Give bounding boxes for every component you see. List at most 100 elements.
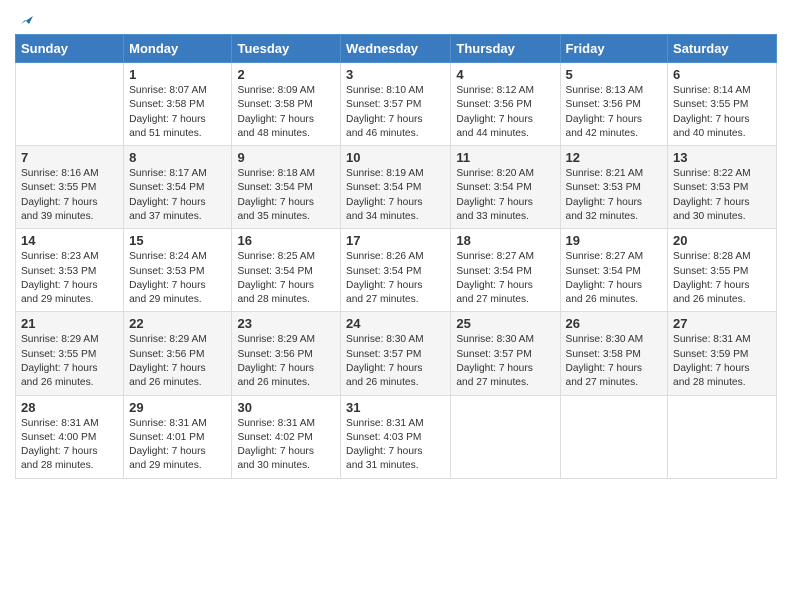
calendar-table: SundayMondayTuesdayWednesdayThursdayFrid… [15,34,777,479]
weekday-header-sunday: Sunday [16,35,124,63]
weekday-header-friday: Friday [560,35,668,63]
day-info: Sunrise: 8:27 AM Sunset: 3:54 PM Dayligh… [566,250,663,307]
day-number: 25 [456,316,554,331]
day-cell: 17 Sunrise: 8:26 AM Sunset: 3:54 PM Dayli… [341,229,451,312]
day-cell: 20 Sunrise: 8:28 AM Sunset: 3:55 PM Dayli… [668,229,777,312]
day-cell [451,395,560,478]
day-number: 13 [673,150,771,165]
day-cell: 25 Sunrise: 8:30 AM Sunset: 3:57 PM Dayli… [451,312,560,395]
week-row-1: 1 Sunrise: 8:07 AM Sunset: 3:58 PM Daylig… [16,63,777,146]
day-number: 30 [237,400,335,415]
day-number: 20 [673,233,771,248]
day-cell: 14Sunrise: 8:23 AM Sunset: 3:53 PM Dayli… [16,229,124,312]
day-info: Sunrise: 8:31 AM Sunset: 3:59 PM Dayligh… [673,333,771,390]
weekday-header-tuesday: Tuesday [232,35,341,63]
day-number: 2 [237,67,335,82]
day-info: Sunrise: 8:31 AM Sunset: 4:03 PM Dayligh… [346,417,445,474]
day-cell: 23Sunrise: 8:29 AM Sunset: 3:56 PM Dayli… [232,312,341,395]
day-info: Sunrise: 8:20 AM Sunset: 3:54 PM Dayligh… [456,167,554,224]
day-info: Sunrise: 8:31 AM Sunset: 4:02 PM Dayligh… [237,417,335,474]
day-info: Sunrise: 8:16 AM Sunset: 3:55 PM Dayligh… [21,167,118,224]
day-info: Sunrise: 8:14 AM Sunset: 3:55 PM Dayligh… [673,84,771,141]
day-cell: 6 Sunrise: 8:14 AM Sunset: 3:55 PM Daylig… [668,63,777,146]
day-info: Sunrise: 8:27 AM Sunset: 3:54 PM Dayligh… [456,250,554,307]
day-cell: 3 Sunrise: 8:10 AM Sunset: 3:57 PM Daylig… [341,63,451,146]
day-cell: 18 Sunrise: 8:27 AM Sunset: 3:54 PM Dayli… [451,229,560,312]
day-cell: 2 Sunrise: 8:09 AM Sunset: 3:58 PM Daylig… [232,63,341,146]
day-number: 11 [456,150,554,165]
page: SundayMondayTuesdayWednesdayThursdayFrid… [0,0,792,612]
day-cell: 21 Sunrise: 8:29 AM Sunset: 3:55 PM Dayli… [16,312,124,395]
day-cell [668,395,777,478]
day-info: Sunrise: 8:09 AM Sunset: 3:58 PM Dayligh… [237,84,335,141]
day-cell: 7 Sunrise: 8:16 AM Sunset: 3:55 PM Daylig… [16,146,124,229]
day-cell [560,395,668,478]
day-cell: 27 Sunrise: 8:31 AM Sunset: 3:59 PM Dayli… [668,312,777,395]
day-cell: 28 Sunrise: 8:31 AM Sunset: 4:00 PM Dayli… [16,395,124,478]
day-info: Sunrise: 8:30 AM Sunset: 3:58 PM Dayligh… [566,333,663,390]
week-row-4: 21 Sunrise: 8:29 AM Sunset: 3:55 PM Dayli… [16,312,777,395]
day-cell: 5 Sunrise: 8:13 AM Sunset: 3:56 PM Daylig… [560,63,668,146]
day-info: Sunrise: 8:24 AM Sunset: 3:53 PM Dayligh… [129,250,226,307]
day-number: 28 [21,400,118,415]
day-cell: 9Sunrise: 8:18 AM Sunset: 3:54 PM Daylig… [232,146,341,229]
day-info: Sunrise: 8:25 AM Sunset: 3:54 PM Dayligh… [237,250,335,307]
day-number: 29 [129,400,226,415]
day-number: 5 [566,67,663,82]
day-info: Sunrise: 8:19 AM Sunset: 3:54 PM Dayligh… [346,167,445,224]
day-number: 4 [456,67,554,82]
day-cell: 10 Sunrise: 8:19 AM Sunset: 3:54 PM Dayli… [341,146,451,229]
day-number: 24 [346,316,445,331]
day-info: Sunrise: 8:31 AM Sunset: 4:01 PM Dayligh… [129,417,226,474]
day-info: Sunrise: 8:30 AM Sunset: 3:57 PM Dayligh… [456,333,554,390]
day-number: 22 [129,316,226,331]
week-row-5: 28 Sunrise: 8:31 AM Sunset: 4:00 PM Dayli… [16,395,777,478]
day-info: Sunrise: 8:29 AM Sunset: 3:56 PM Dayligh… [129,333,226,390]
day-number: 9 [237,150,335,165]
day-cell: 13 Sunrise: 8:22 AM Sunset: 3:53 PM Dayli… [668,146,777,229]
day-number: 15 [129,233,226,248]
weekday-header-row: SundayMondayTuesdayWednesdayThursdayFrid… [16,35,777,63]
day-number: 16 [237,233,335,248]
day-number: 19 [566,233,663,248]
day-info: Sunrise: 8:28 AM Sunset: 3:55 PM Dayligh… [673,250,771,307]
day-cell: 11 Sunrise: 8:20 AM Sunset: 3:54 PM Dayli… [451,146,560,229]
day-number: 27 [673,316,771,331]
day-number: 26 [566,316,663,331]
day-cell: 19 Sunrise: 8:27 AM Sunset: 3:54 PM Dayli… [560,229,668,312]
day-number: 12 [566,150,663,165]
day-cell: 16 Sunrise: 8:25 AM Sunset: 3:54 PM Dayli… [232,229,341,312]
day-info: Sunrise: 8:13 AM Sunset: 3:56 PM Dayligh… [566,84,663,141]
weekday-header-saturday: Saturday [668,35,777,63]
day-number: 18 [456,233,554,248]
day-cell [16,63,124,146]
day-cell: 26 Sunrise: 8:30 AM Sunset: 3:58 PM Dayli… [560,312,668,395]
day-info: Sunrise: 8:26 AM Sunset: 3:54 PM Dayligh… [346,250,445,307]
day-number: 17 [346,233,445,248]
day-info: Sunrise: 8:12 AM Sunset: 3:56 PM Dayligh… [456,84,554,141]
day-info: Sunrise: 8:29 AM Sunset: 3:55 PM Dayligh… [21,333,118,390]
week-row-2: 7 Sunrise: 8:16 AM Sunset: 3:55 PM Daylig… [16,146,777,229]
day-cell: 30 Sunrise: 8:31 AM Sunset: 4:02 PM Dayli… [232,395,341,478]
day-number: 3 [346,67,445,82]
day-number: 23 [237,316,335,331]
day-info: Sunrise: 8:10 AM Sunset: 3:57 PM Dayligh… [346,84,445,141]
weekday-header-wednesday: Wednesday [341,35,451,63]
day-number: 8 [129,150,226,165]
logo-bird-icon [17,10,33,26]
day-number: 1 [129,67,226,82]
day-number: 21 [21,316,118,331]
day-cell: 24 Sunrise: 8:30 AM Sunset: 3:57 PM Dayli… [341,312,451,395]
day-info: Sunrise: 8:30 AM Sunset: 3:57 PM Dayligh… [346,333,445,390]
day-cell: 29 Sunrise: 8:31 AM Sunset: 4:01 PM Dayli… [124,395,232,478]
day-info: Sunrise: 8:22 AM Sunset: 3:53 PM Dayligh… [673,167,771,224]
weekday-header-thursday: Thursday [451,35,560,63]
day-number: 14 [21,233,118,248]
day-number: 10 [346,150,445,165]
day-number: 6 [673,67,771,82]
day-cell: 22 Sunrise: 8:29 AM Sunset: 3:56 PM Dayli… [124,312,232,395]
day-number: 7 [21,150,118,165]
day-cell: 31Sunrise: 8:31 AM Sunset: 4:03 PM Dayli… [341,395,451,478]
day-info: Sunrise: 8:31 AM Sunset: 4:00 PM Dayligh… [21,417,118,474]
day-info: Sunrise: 8:07 AM Sunset: 3:58 PM Dayligh… [129,84,226,141]
